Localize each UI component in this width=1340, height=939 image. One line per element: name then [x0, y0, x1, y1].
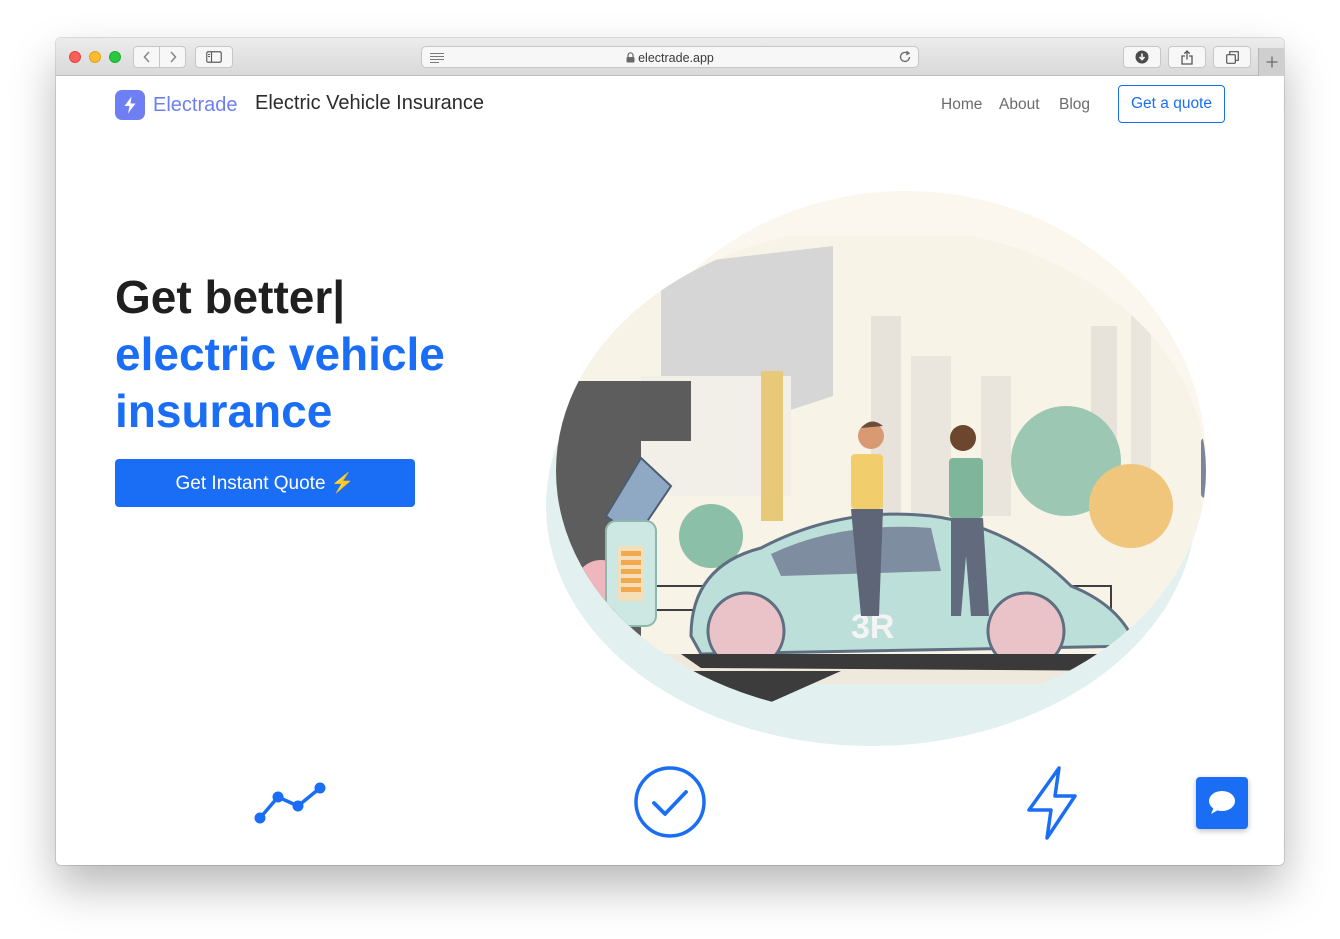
get-instant-quote-button[interactable]: Get Instant Quote ⚡ [115, 459, 415, 507]
reload-icon[interactable] [898, 50, 912, 64]
trend-chart-icon [254, 782, 326, 824]
lightning-bolt-icon [1027, 766, 1077, 840]
sidebar-icon [206, 51, 222, 63]
plus-icon [1266, 56, 1277, 68]
street-scene: 3R [556, 236, 1206, 711]
headline-line-3: insurance [115, 385, 333, 437]
nav-blog-link[interactable]: Blog [1059, 96, 1090, 114]
tabs-icon [1225, 50, 1239, 64]
browser-toolbar: electrade.app [56, 38, 1284, 76]
lightning-logo-icon [124, 96, 136, 114]
lock-icon [626, 52, 635, 63]
address-text[interactable]: electrade.app [422, 51, 918, 65]
chevron-left-icon [143, 51, 150, 63]
minimize-window-button[interactable] [89, 51, 101, 63]
zoom-window-button[interactable] [109, 51, 121, 63]
ev-charging-illustration: 3R [546, 191, 1206, 746]
headline-line-2: electric vehicle [115, 328, 445, 380]
nav-home-link[interactable]: Home [941, 96, 982, 114]
url-text: electrade.app [638, 51, 714, 65]
chevron-right-icon [170, 51, 177, 63]
chat-widget-button[interactable] [1196, 777, 1248, 829]
sidebar-toggle-button[interactable] [195, 46, 233, 68]
address-bar[interactable]: electrade.app [421, 46, 919, 68]
new-tab-button[interactable] [1258, 48, 1284, 76]
close-window-button[interactable] [69, 51, 81, 63]
back-button[interactable] [134, 47, 159, 67]
hero-headline: Get better| electric vehicle insurance [115, 269, 445, 440]
headline-line-1: Get better| [115, 271, 346, 323]
download-icon [1135, 50, 1149, 64]
share-button[interactable] [1168, 46, 1206, 68]
browser-window: electrade.app Electrade Electric Vehicle… [56, 38, 1284, 865]
brand-logo [115, 90, 145, 120]
chat-bubble-icon [1209, 791, 1235, 814]
tab-overview-button[interactable] [1213, 46, 1251, 68]
site-tagline: Electric Vehicle Insurance [255, 92, 485, 114]
share-icon [1181, 49, 1193, 65]
brand-name: Electrade [153, 93, 238, 116]
history-nav [133, 46, 186, 68]
downloads-button[interactable] [1123, 46, 1161, 68]
brand[interactable]: Electrade [115, 89, 238, 121]
nav-about-link[interactable]: About [999, 96, 1040, 114]
get-a-quote-button[interactable]: Get a quote [1118, 85, 1225, 123]
check-circle-icon [634, 766, 706, 838]
web-page: Electrade Electric Vehicle Insurance Hom… [56, 76, 1284, 865]
forward-button[interactable] [159, 47, 185, 67]
